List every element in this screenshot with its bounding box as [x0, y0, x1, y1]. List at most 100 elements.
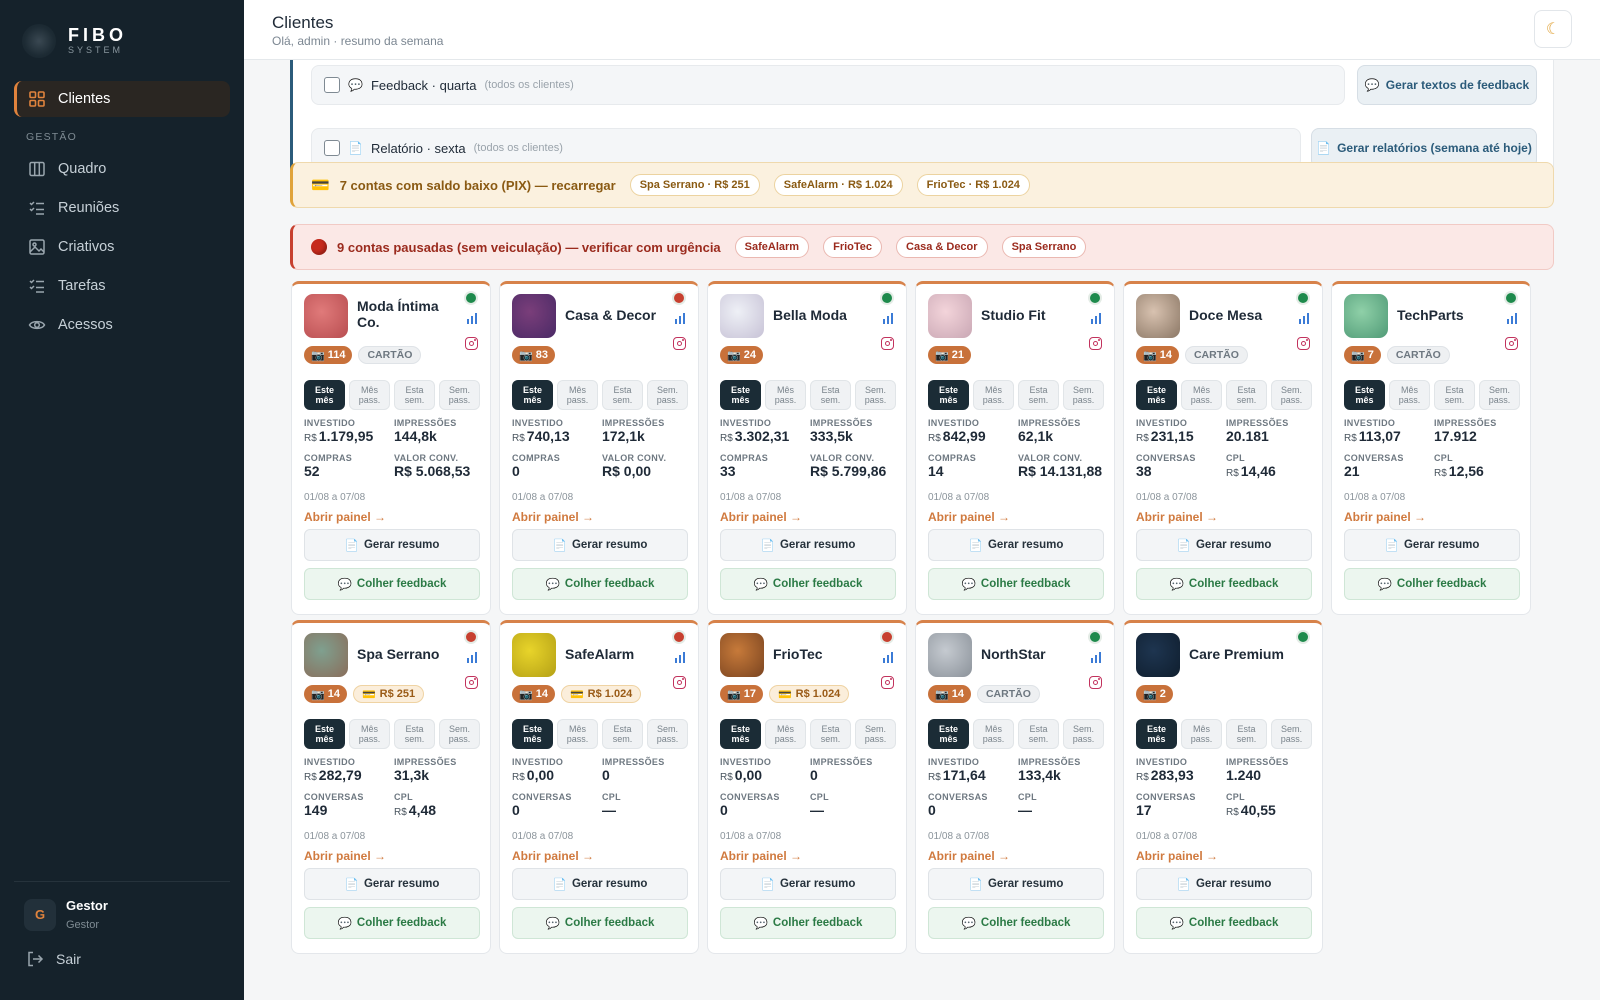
open-panel-link[interactable]: Abrir painel → — [512, 849, 594, 863]
open-panel-link[interactable]: Abrir painel → — [1136, 510, 1218, 524]
sidebar-item-acessos[interactable]: Acessos — [14, 307, 230, 343]
instagram-icon[interactable] — [881, 337, 894, 350]
open-panel-link[interactable]: Abrir painel → — [1344, 510, 1426, 524]
period-tab[interactable]: Este mês — [720, 380, 761, 410]
sidebar-item-quadro[interactable]: Quadro — [14, 151, 230, 187]
generate-summary-button[interactable]: 📄 Gerar resumo — [1344, 529, 1520, 561]
period-tab[interactable]: Este mês — [512, 380, 553, 410]
instagram-icon[interactable] — [465, 337, 478, 350]
client-card[interactable]: Doce Mesa 📷 14 CARTÃO Este mês Mês pass. Es… — [1123, 281, 1323, 615]
client-card[interactable]: Studio Fit 📷 21 Este mês Mês pass. Esta sem… — [915, 281, 1115, 615]
collect-feedback-button[interactable]: 💬 Colher feedback — [1344, 568, 1520, 600]
period-tab[interactable]: Este mês — [1136, 380, 1177, 410]
alert-chip[interactable]: FrioTec · R$ 1.024 — [916, 174, 1030, 196]
period-tab[interactable]: Sem. pass. — [1271, 719, 1312, 749]
collect-feedback-button[interactable]: 💬 Colher feedback — [720, 907, 896, 939]
instagram-icon[interactable] — [465, 676, 478, 689]
period-tab[interactable]: Esta sem. — [394, 719, 435, 749]
bar-chart-icon[interactable] — [466, 651, 478, 663]
user-profile[interactable]: G Gestor Gestor — [24, 898, 108, 931]
collect-feedback-button[interactable]: 💬 Colher feedback — [1136, 568, 1312, 600]
alert-chip[interactable]: FrioTec — [823, 236, 883, 258]
collect-feedback-button[interactable]: 💬 Colher feedback — [928, 907, 1104, 939]
client-name[interactable]: Moda Íntima Co. — [357, 298, 457, 330]
period-tab[interactable]: Sem. pass. — [1271, 380, 1312, 410]
bar-chart-icon[interactable] — [882, 312, 894, 324]
period-tab[interactable]: Este mês — [512, 719, 553, 749]
period-tab[interactable]: Este mês — [304, 380, 345, 410]
period-tab[interactable]: Sem. pass. — [647, 719, 688, 749]
task-checkbox[interactable] — [324, 77, 340, 93]
period-tab[interactable]: Sem. pass. — [855, 380, 896, 410]
period-tab[interactable]: Mês pass. — [765, 719, 806, 749]
generate-summary-button[interactable]: 📄 Gerar resumo — [1136, 529, 1312, 561]
collect-feedback-button[interactable]: 💬 Colher feedback — [928, 568, 1104, 600]
generate-feedback-button[interactable]: 💬 Gerar textos de feedback — [1357, 65, 1537, 105]
client-name[interactable]: Studio Fit — [981, 307, 1081, 323]
client-card[interactable]: Care Premium 📷 2 Este mês Mês pass. Esta se… — [1123, 620, 1323, 954]
open-panel-link[interactable]: Abrir painel → — [928, 849, 1010, 863]
client-name[interactable]: Doce Mesa — [1189, 307, 1289, 323]
period-tab[interactable]: Esta sem. — [602, 719, 643, 749]
open-panel-link[interactable]: Abrir painel → — [512, 510, 594, 524]
sidebar-item-reunioes[interactable]: Reuniões — [14, 190, 230, 226]
bar-chart-icon[interactable] — [466, 312, 478, 324]
generate-summary-button[interactable]: 📄 Gerar resumo — [1136, 868, 1312, 900]
period-tab[interactable]: Esta sem. — [1226, 380, 1267, 410]
bar-chart-icon[interactable] — [1298, 312, 1310, 324]
bar-chart-icon[interactable] — [882, 651, 894, 663]
period-tab[interactable]: Sem. pass. — [439, 380, 480, 410]
client-name[interactable]: TechParts — [1397, 307, 1497, 323]
period-tab[interactable]: Mês pass. — [557, 380, 598, 410]
collect-feedback-button[interactable]: 💬 Colher feedback — [304, 907, 480, 939]
open-panel-link[interactable]: Abrir painel → — [928, 510, 1010, 524]
instagram-icon[interactable] — [1089, 676, 1102, 689]
bar-chart-icon[interactable] — [1090, 312, 1102, 324]
period-tab[interactable]: Este mês — [304, 719, 345, 749]
period-tab[interactable]: Esta sem. — [810, 380, 851, 410]
client-card[interactable]: Moda Íntima Co. 📷 114 CARTÃO Este mês Mês … — [291, 281, 491, 615]
client-card[interactable]: TechParts 📷 7 CARTÃO Este mês Mês pass. Est… — [1331, 281, 1531, 615]
sidebar-item-criativos[interactable]: Criativos — [14, 229, 230, 265]
client-card[interactable]: SafeAlarm 📷 14 💳 R$ 1.024 Este mês Mês pass… — [499, 620, 699, 954]
open-panel-link[interactable]: Abrir painel → — [304, 510, 386, 524]
generate-summary-button[interactable]: 📄 Gerar resumo — [720, 868, 896, 900]
period-tab[interactable]: Sem. pass. — [439, 719, 480, 749]
period-tab[interactable]: Mês pass. — [557, 719, 598, 749]
bar-chart-icon[interactable] — [674, 312, 686, 324]
period-tab[interactable]: Este mês — [1344, 380, 1385, 410]
generate-summary-button[interactable]: 📄 Gerar resumo — [928, 529, 1104, 561]
sidebar-item-tarefas[interactable]: Tarefas — [14, 268, 230, 304]
collect-feedback-button[interactable]: 💬 Colher feedback — [512, 568, 688, 600]
alert-chip[interactable]: Spa Serrano · R$ 251 — [629, 174, 760, 196]
collect-feedback-button[interactable]: 💬 Colher feedback — [512, 907, 688, 939]
period-tab[interactable]: Sem. pass. — [647, 380, 688, 410]
open-panel-link[interactable]: Abrir painel → — [1136, 849, 1218, 863]
instagram-icon[interactable] — [673, 337, 686, 350]
period-tab[interactable]: Mês pass. — [349, 380, 390, 410]
instagram-icon[interactable] — [881, 676, 894, 689]
period-tab[interactable]: Este mês — [928, 719, 969, 749]
period-tab[interactable]: Sem. pass. — [1063, 719, 1104, 749]
period-tab[interactable]: Esta sem. — [1434, 380, 1475, 410]
collect-feedback-button[interactable]: 💬 Colher feedback — [1136, 907, 1312, 939]
client-name[interactable]: SafeAlarm — [565, 646, 665, 662]
alert-chip[interactable]: Casa & Decor — [896, 236, 988, 258]
client-card[interactable]: Bella Moda 📷 24 Este mês Mês pass. Esta sem… — [707, 281, 907, 615]
period-tab[interactable]: Mês pass. — [1181, 719, 1222, 749]
task-checkbox[interactable] — [324, 140, 340, 156]
theme-toggle-button[interactable]: ☾ — [1534, 10, 1572, 48]
client-name[interactable]: NorthStar — [981, 646, 1081, 662]
period-tab[interactable]: Esta sem. — [602, 380, 643, 410]
period-tab[interactable]: Este mês — [1136, 719, 1177, 749]
client-card[interactable]: Spa Serrano 📷 14 💳 R$ 251 Este mês Mês pass… — [291, 620, 491, 954]
period-tab[interactable]: Esta sem. — [810, 719, 851, 749]
period-tab[interactable]: Mês pass. — [1389, 380, 1430, 410]
alert-chip[interactable]: SafeAlarm — [734, 236, 810, 258]
generate-summary-button[interactable]: 📄 Gerar resumo — [304, 529, 480, 561]
period-tab[interactable]: Sem. pass. — [1063, 380, 1104, 410]
generate-summary-button[interactable]: 📄 Gerar resumo — [512, 868, 688, 900]
bar-chart-icon[interactable] — [674, 651, 686, 663]
period-tab[interactable]: Esta sem. — [1018, 719, 1059, 749]
client-name[interactable]: Care Premium — [1189, 646, 1289, 662]
